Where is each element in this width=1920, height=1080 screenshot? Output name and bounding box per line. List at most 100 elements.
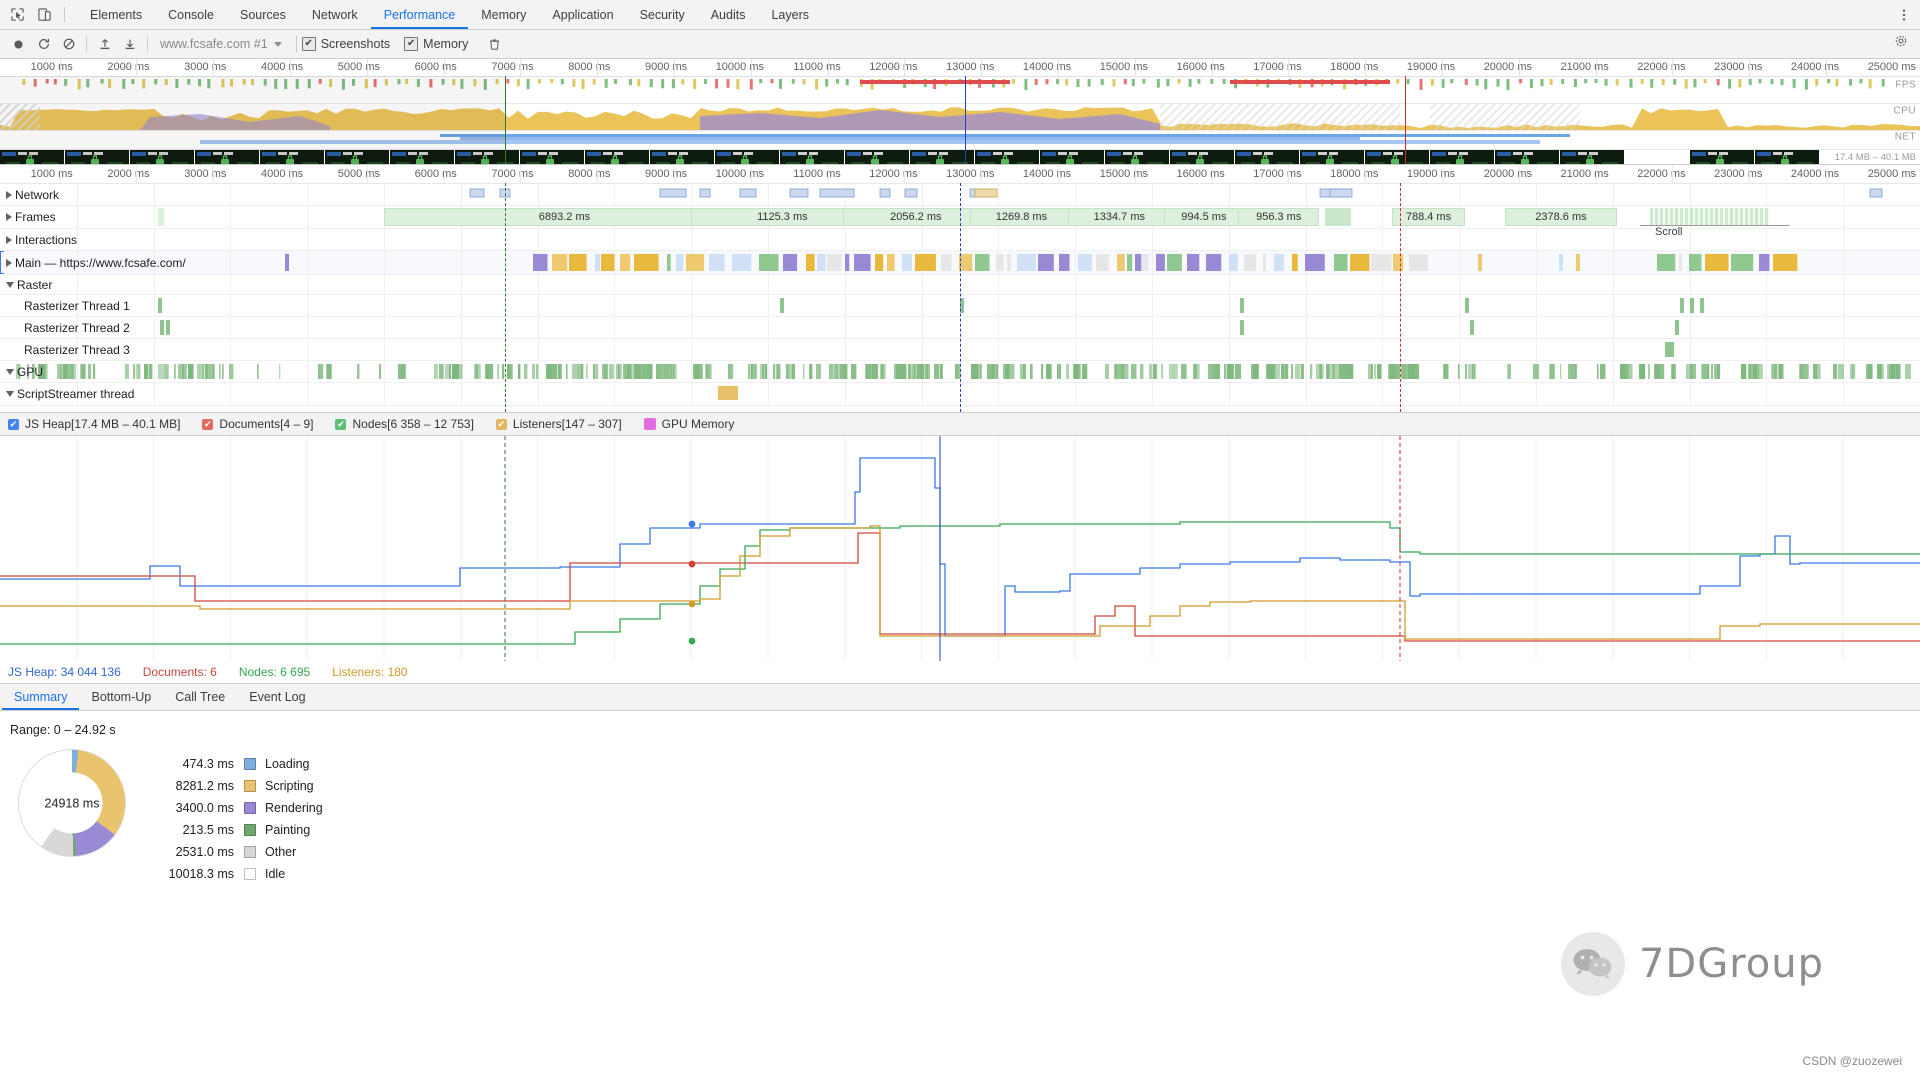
- recording-selector[interactable]: www.fcsafe.com #1: [155, 33, 291, 55]
- track-label-wrap[interactable]: Rasterizer Thread 2: [0, 321, 130, 335]
- overview-lane-cpu: [0, 104, 1920, 131]
- frame-duration[interactable]: 956.3 ms: [1238, 208, 1320, 226]
- track-label-wrap[interactable]: Network: [0, 188, 59, 202]
- inspect-element-icon[interactable]: [8, 6, 26, 24]
- frame-duration[interactable]: 1269.8 ms: [969, 208, 1074, 226]
- tab-summary[interactable]: Summary: [2, 684, 79, 710]
- frame-duration[interactable]: 994.5 ms: [1163, 208, 1245, 226]
- legend-row[interactable]: 2531.0 ms Other: [148, 841, 323, 863]
- tab-call-tree[interactable]: Call Tree: [163, 684, 237, 710]
- chevron-right-icon[interactable]: [6, 190, 12, 199]
- tab-bottom-up[interactable]: Bottom-Up: [79, 684, 163, 710]
- timeline-marker[interactable]: [960, 183, 961, 412]
- legend-row[interactable]: 10018.3 ms Idle: [148, 863, 323, 885]
- record-icon[interactable]: [6, 32, 31, 56]
- grid-line: [153, 275, 155, 294]
- grid-line: [384, 184, 385, 205]
- grid-line: [844, 184, 846, 205]
- tab-console[interactable]: Console: [155, 0, 227, 29]
- screenshot-thumbnail: [1040, 150, 1105, 164]
- tab-memory[interactable]: Memory: [468, 0, 539, 29]
- overview-heap-range-label: 17.4 MB – 40.1 MB: [1834, 152, 1916, 163]
- track-label-wrap[interactable]: Rasterizer Thread 3: [0, 343, 130, 357]
- legend-value: 474.3 ms: [182, 757, 234, 771]
- legend-row[interactable]: 8281.2 ms Scripting: [148, 775, 323, 797]
- reload-and-record-icon[interactable]: [31, 32, 56, 56]
- chevron-down-icon[interactable]: [273, 41, 282, 47]
- legend-swatch: [244, 758, 256, 770]
- tab-event-log[interactable]: Event Log: [237, 684, 317, 710]
- memory-legend-item[interactable]: ✔ JS Heap[17.4 MB – 40.1 MB]: [8, 417, 180, 431]
- track-label-wrap[interactable]: Frames: [0, 210, 56, 224]
- legend-label: Scripting: [265, 779, 314, 793]
- tab-sources[interactable]: Sources: [227, 0, 299, 29]
- collect-garbage-icon[interactable]: [482, 32, 507, 56]
- frame-block[interactable]: [158, 208, 164, 226]
- frame-duration[interactable]: 1334.7 ms: [1067, 208, 1172, 226]
- frame-duration[interactable]: 788.4 ms: [1392, 208, 1465, 226]
- timeline-marker[interactable]: [1400, 183, 1401, 412]
- grid-line: [768, 229, 769, 250]
- frame-duration[interactable]: 2056.2 ms: [842, 208, 989, 226]
- memory-legend-label: GPU Memory: [661, 417, 735, 431]
- memory-counter-values: JS Heap: 34 044 136 Documents: 6 Nodes: 6 …: [0, 661, 1920, 684]
- grid-line: [1843, 184, 1845, 205]
- overview-marker[interactable]: [965, 76, 966, 164]
- memory-legend-item[interactable]: ✔ Documents[4 – 9]: [202, 417, 313, 431]
- save-profile-icon[interactable]: [117, 32, 142, 56]
- tab-elements[interactable]: Elements: [77, 0, 155, 29]
- track-label-wrap[interactable]: ScriptStreamer thread: [0, 387, 134, 401]
- frame-block-group[interactable]: [1650, 208, 1770, 226]
- track-label-wrap[interactable]: Rasterizer Thread 1: [0, 299, 130, 313]
- frame-duration[interactable]: 2378.6 ms: [1505, 208, 1617, 226]
- legend-row[interactable]: 213.5 ms Painting: [148, 819, 323, 841]
- chevron-right-icon[interactable]: [6, 213, 12, 221]
- timeline-marker[interactable]: [505, 183, 506, 412]
- chevron-down-icon[interactable]: [6, 391, 14, 397]
- legend-row[interactable]: 474.3 ms Loading: [148, 753, 323, 775]
- checkbox-box[interactable]: ✔: [301, 37, 316, 51]
- screenshots-checkbox[interactable]: ✔ Screenshots: [301, 37, 390, 51]
- frame-block[interactable]: [1325, 208, 1351, 226]
- chevron-down-icon[interactable]: [6, 281, 14, 288]
- memory-legend-checkbox[interactable]: ✔: [8, 418, 19, 430]
- memory-legend-checkbox[interactable]: ✔: [335, 418, 347, 430]
- clear-recording-icon[interactable]: [56, 32, 81, 56]
- memory-legend-checkbox[interactable]: ✔: [495, 418, 507, 430]
- overview-marker[interactable]: [1405, 76, 1406, 164]
- chevron-right-icon[interactable]: [6, 235, 12, 244]
- memory-legend-item[interactable]: GPU Memory: [643, 417, 735, 431]
- more-options-icon[interactable]: [1895, 6, 1913, 24]
- gear-icon[interactable]: [1892, 32, 1910, 50]
- memory-legend-swatch[interactable]: [643, 418, 656, 430]
- legend-row[interactable]: 3400.0 ms Rendering: [148, 797, 323, 819]
- memory-counters-chart[interactable]: [0, 436, 1920, 661]
- tab-application[interactable]: Application: [539, 0, 626, 29]
- tab-performance[interactable]: Performance: [371, 0, 469, 29]
- memory-legend-checkbox[interactable]: ✔: [202, 418, 214, 430]
- checkbox-box[interactable]: ✔: [404, 37, 419, 51]
- summary-panel: Range: 0 – 24.92 s 24918 ms 474.3 ms Load…: [0, 711, 1920, 1080]
- tab-network[interactable]: Network: [299, 0, 371, 29]
- timeline-overview[interactable]: 1000 ms 2000 ms 3000 ms 4000 ms 5000 ms 6000 …: [0, 59, 1920, 165]
- grid-line: [1689, 251, 1691, 274]
- chevron-down-icon[interactable]: [6, 368, 14, 375]
- screenshot-thumbnail: [1755, 150, 1820, 164]
- grid-line: [307, 229, 309, 250]
- load-profile-icon[interactable]: [92, 32, 117, 56]
- tab-security[interactable]: Security: [627, 0, 698, 29]
- memory-checkbox[interactable]: ✔ Memory: [404, 37, 468, 51]
- memory-legend-item[interactable]: ✔ Listeners[147 – 307]: [495, 417, 622, 431]
- memory-legend-item[interactable]: ✔ Nodes[6 358 – 12 753]: [335, 417, 474, 431]
- activity-donut-chart[interactable]: 24918 ms: [18, 749, 126, 857]
- track-label-wrap[interactable]: Interactions: [0, 233, 77, 247]
- track-label-wrap[interactable]: Main — https://www.fcsafe.com/: [0, 256, 186, 270]
- track-label-wrap[interactable]: Raster: [0, 278, 52, 292]
- timeline-tracks[interactable]: 1000 ms 2000 ms 3000 ms 4000 ms 5000 ms 6000 …: [0, 165, 1920, 413]
- chevron-right-icon[interactable]: [6, 258, 12, 267]
- track-label-wrap[interactable]: GPU: [0, 365, 43, 379]
- toggle-device-toolbar-icon[interactable]: [35, 6, 53, 24]
- tab-audits[interactable]: Audits: [698, 0, 759, 29]
- overview-marker[interactable]: [505, 76, 506, 164]
- tab-layers[interactable]: Layers: [758, 0, 822, 29]
